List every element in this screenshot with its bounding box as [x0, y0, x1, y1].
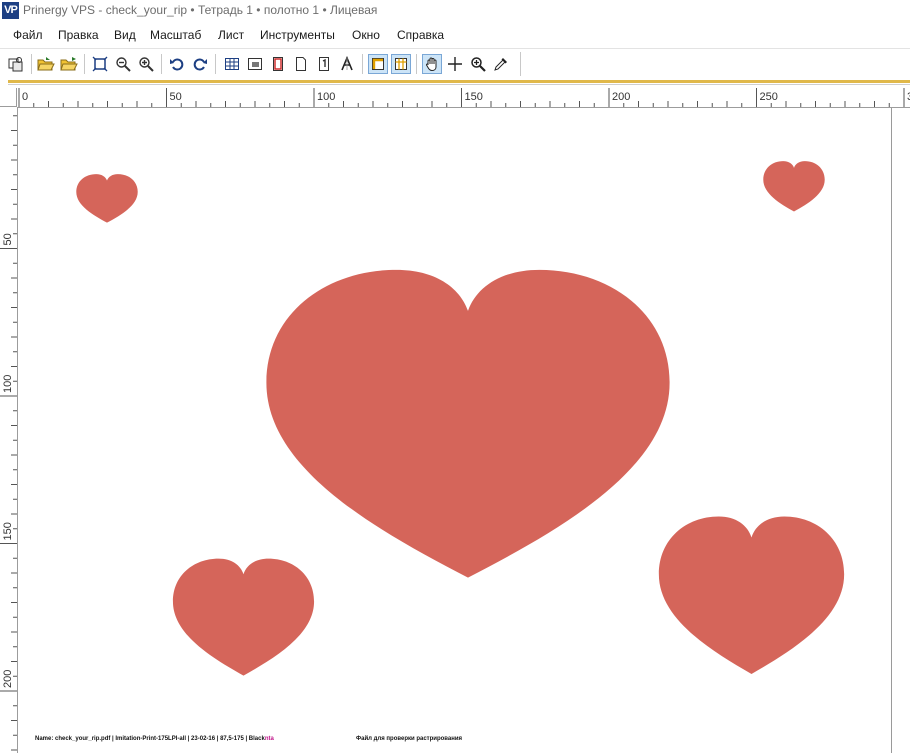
large-heart-center: [266, 269, 670, 578]
small-heart-top-left: [76, 174, 138, 223]
slug-caption: Файл для проверки растрирования: [356, 736, 463, 742]
slug-color-label: nta: [264, 736, 274, 742]
slug-line: Name: check_your_rip.pdf | Imitation-Pri…: [35, 736, 274, 742]
hearts-layer: [76, 161, 845, 676]
medium-heart-bottom-right: [658, 516, 845, 674]
small-heart-top-right: [763, 161, 825, 212]
medium-heart-bottom-left: [172, 558, 315, 676]
